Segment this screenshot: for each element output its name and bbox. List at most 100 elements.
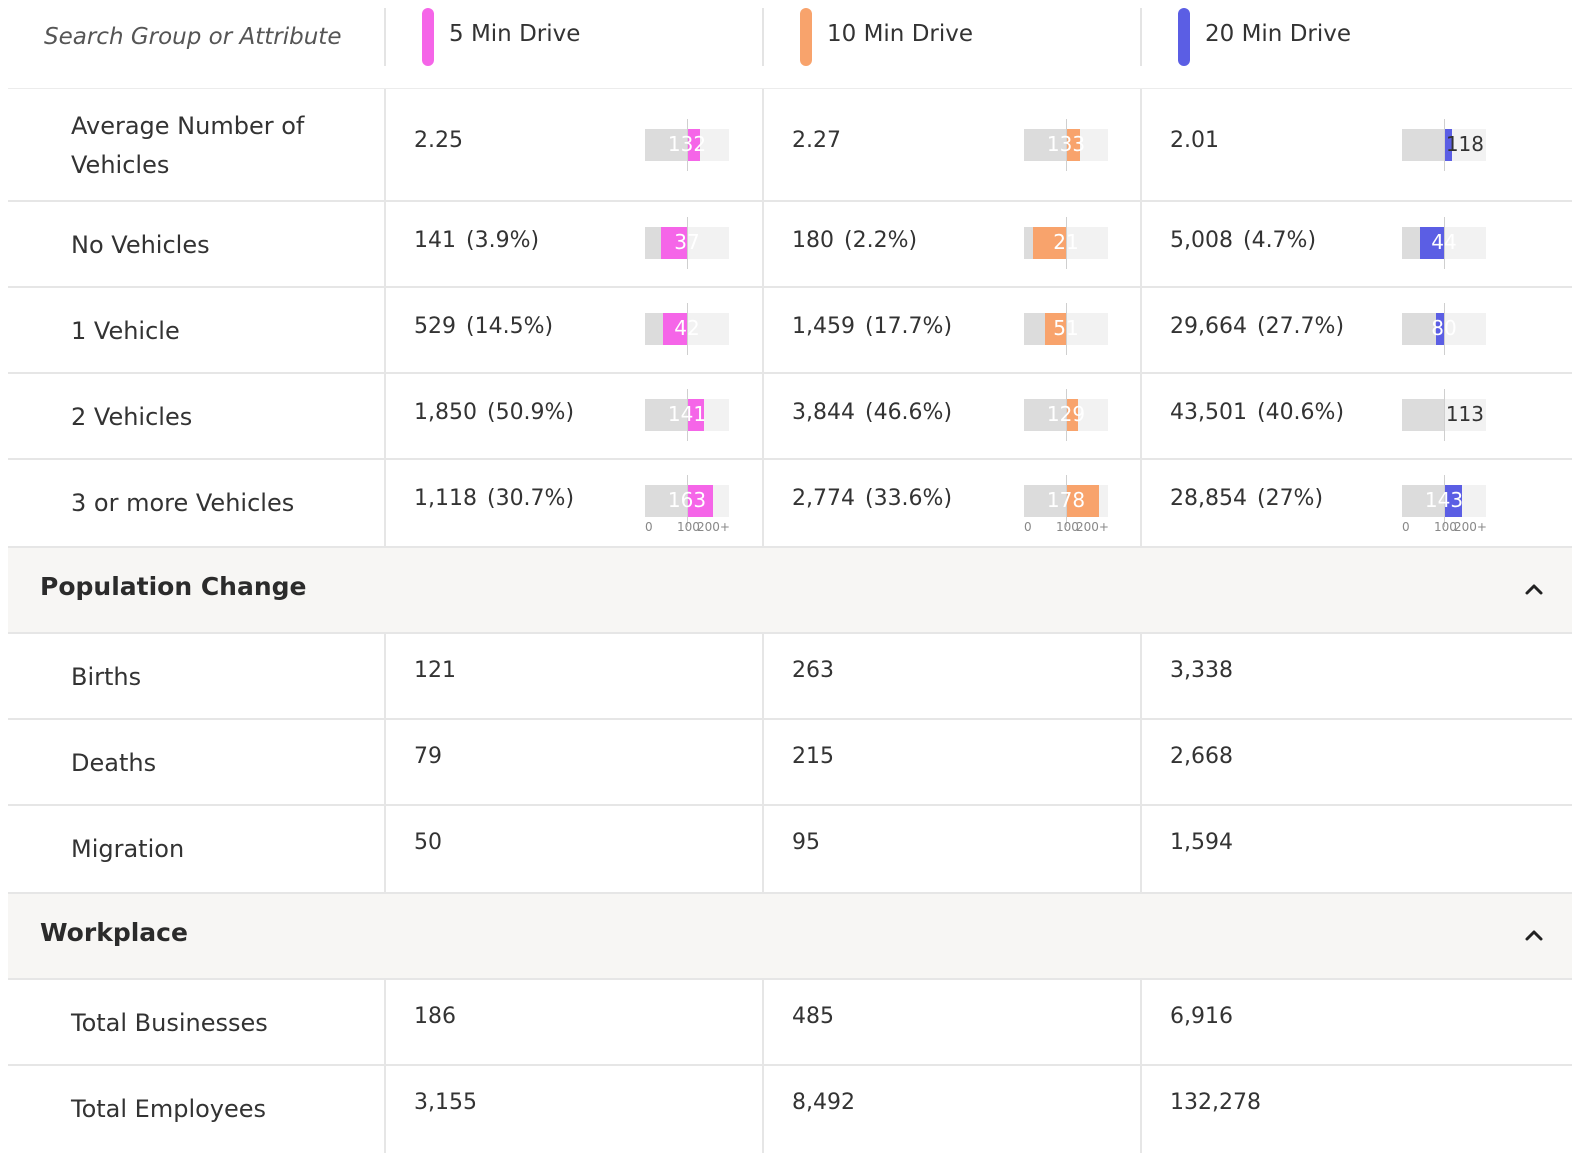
- percent: (4.7%): [1242, 228, 1317, 253]
- table-row: Total Businesses: [8, 978, 1572, 1064]
- index-value: 21: [1053, 230, 1079, 254]
- cell-value: 43,501 (40.6%): [1170, 400, 1344, 425]
- row-label: Migration: [71, 835, 185, 863]
- section-header-population-change[interactable]: Population Change: [8, 546, 1572, 632]
- count: 141: [414, 228, 456, 253]
- axis-tick-label: 200+: [697, 520, 730, 534]
- index-value: 141: [667, 402, 707, 426]
- cell-value: 263: [792, 658, 834, 683]
- count: 1,850: [414, 400, 477, 425]
- index-value: 51: [1053, 316, 1079, 340]
- percent: (27%): [1256, 486, 1324, 511]
- chevron-up-icon[interactable]: [1522, 924, 1546, 948]
- column-divider: [1140, 634, 1142, 718]
- column-divider: [384, 374, 386, 458]
- percent: (17.7%): [864, 314, 953, 339]
- table-row: No Vehicles: [8, 200, 1572, 286]
- index-bar: 163: [645, 475, 729, 527]
- index-value: 42: [674, 316, 700, 340]
- column-divider: [1140, 202, 1142, 286]
- percent: (50.9%): [486, 400, 575, 425]
- index-value: 129: [1046, 402, 1086, 426]
- percent: (30.7%): [486, 486, 575, 511]
- index-bar: 113: [1402, 389, 1486, 441]
- count: 180: [792, 228, 834, 253]
- column-divider: [762, 288, 764, 372]
- axis-tick-label: 0: [1402, 520, 1410, 534]
- cell-value: 3,338: [1170, 658, 1233, 683]
- column-label: 10 Min Drive: [827, 21, 974, 47]
- column-divider: [384, 460, 386, 546]
- percent: (27.7%): [1256, 314, 1345, 339]
- column-divider: [1140, 89, 1142, 200]
- cell-value: 50: [414, 830, 442, 855]
- index-value: 163: [667, 488, 707, 512]
- cell-value: 2.25: [414, 128, 473, 153]
- table-header: 5 Min Drive 10 Min Drive 20 Min Drive: [0, 0, 1572, 88]
- table-row: Births: [8, 632, 1572, 718]
- section-header-workplace[interactable]: Workplace: [8, 892, 1572, 978]
- row-label: 1 Vehicle: [71, 317, 180, 345]
- cell-value: 6,916: [1170, 1004, 1233, 1029]
- index-value: 118: [1445, 132, 1484, 156]
- index-bar: 143: [1402, 475, 1486, 527]
- count: 2.01: [1170, 128, 1219, 153]
- cell-value: 79: [414, 744, 442, 769]
- cell-value: 529 (14.5%): [414, 314, 553, 339]
- count: 43,501: [1170, 400, 1247, 425]
- column-divider: [762, 634, 764, 718]
- index-bar: 42: [645, 303, 729, 355]
- column-divider: [762, 202, 764, 286]
- section-title: Population Change: [40, 572, 307, 601]
- index-value: 132: [667, 132, 707, 156]
- column-divider: [762, 89, 764, 200]
- cell-value: 141 (3.9%): [414, 228, 539, 253]
- row-label: Deaths: [71, 749, 157, 777]
- color-swatch: [800, 8, 812, 66]
- cell-value: 1,459 (17.7%): [792, 314, 952, 339]
- row-label: Births: [71, 663, 142, 691]
- column-divider: [1140, 806, 1142, 892]
- count: 1,118: [414, 486, 477, 511]
- index-bar: 44: [1402, 217, 1486, 269]
- row-label: 3 or more Vehicles: [71, 489, 295, 517]
- index-value: 80: [1431, 316, 1457, 340]
- table-row: Average Number of Vehicles: [8, 88, 1572, 200]
- column-label: 5 Min Drive: [449, 21, 581, 47]
- cell-value: 5,008 (4.7%): [1170, 228, 1316, 253]
- index-value: 37: [674, 230, 700, 254]
- count: 3,844: [792, 400, 855, 425]
- column-divider: [1140, 1066, 1142, 1153]
- percent: (33.6%): [864, 486, 953, 511]
- table-row: Total Employees: [8, 1064, 1572, 1153]
- cell-value: 215: [792, 744, 834, 769]
- column-divider: [384, 720, 386, 804]
- column-divider: [1140, 720, 1142, 804]
- cell-value: 2.27: [792, 128, 851, 153]
- count: 5,008: [1170, 228, 1233, 253]
- demographics-comparison-table: 5 Min Drive 10 Min Drive 20 Min Drive Av…: [0, 0, 1572, 1153]
- cell-value: 95: [792, 830, 820, 855]
- count: 529: [414, 314, 456, 339]
- cell-value: 8,492: [792, 1090, 855, 1115]
- cell-value: 132,278: [1170, 1090, 1261, 1115]
- column-divider: [384, 1066, 386, 1153]
- index-value: 178: [1046, 488, 1086, 512]
- color-swatch: [1178, 8, 1190, 66]
- index-bar: 178: [1024, 475, 1108, 527]
- column-divider: [384, 202, 386, 286]
- column-divider: [1140, 374, 1142, 458]
- header-divider: [762, 8, 764, 66]
- table-row: Deaths: [8, 718, 1572, 804]
- row-label: No Vehicles: [71, 231, 210, 259]
- index-bar: 37: [645, 217, 729, 269]
- search-input[interactable]: [44, 20, 364, 54]
- percent: (3.9%): [466, 228, 540, 253]
- percent: (40.6%): [1256, 400, 1345, 425]
- percent: (14.5%): [466, 314, 554, 339]
- index-bar: 129: [1024, 389, 1108, 441]
- column-divider: [384, 634, 386, 718]
- chevron-up-icon[interactable]: [1522, 578, 1546, 602]
- column-divider: [762, 374, 764, 458]
- cell-value: 180 (2.2%): [792, 228, 917, 253]
